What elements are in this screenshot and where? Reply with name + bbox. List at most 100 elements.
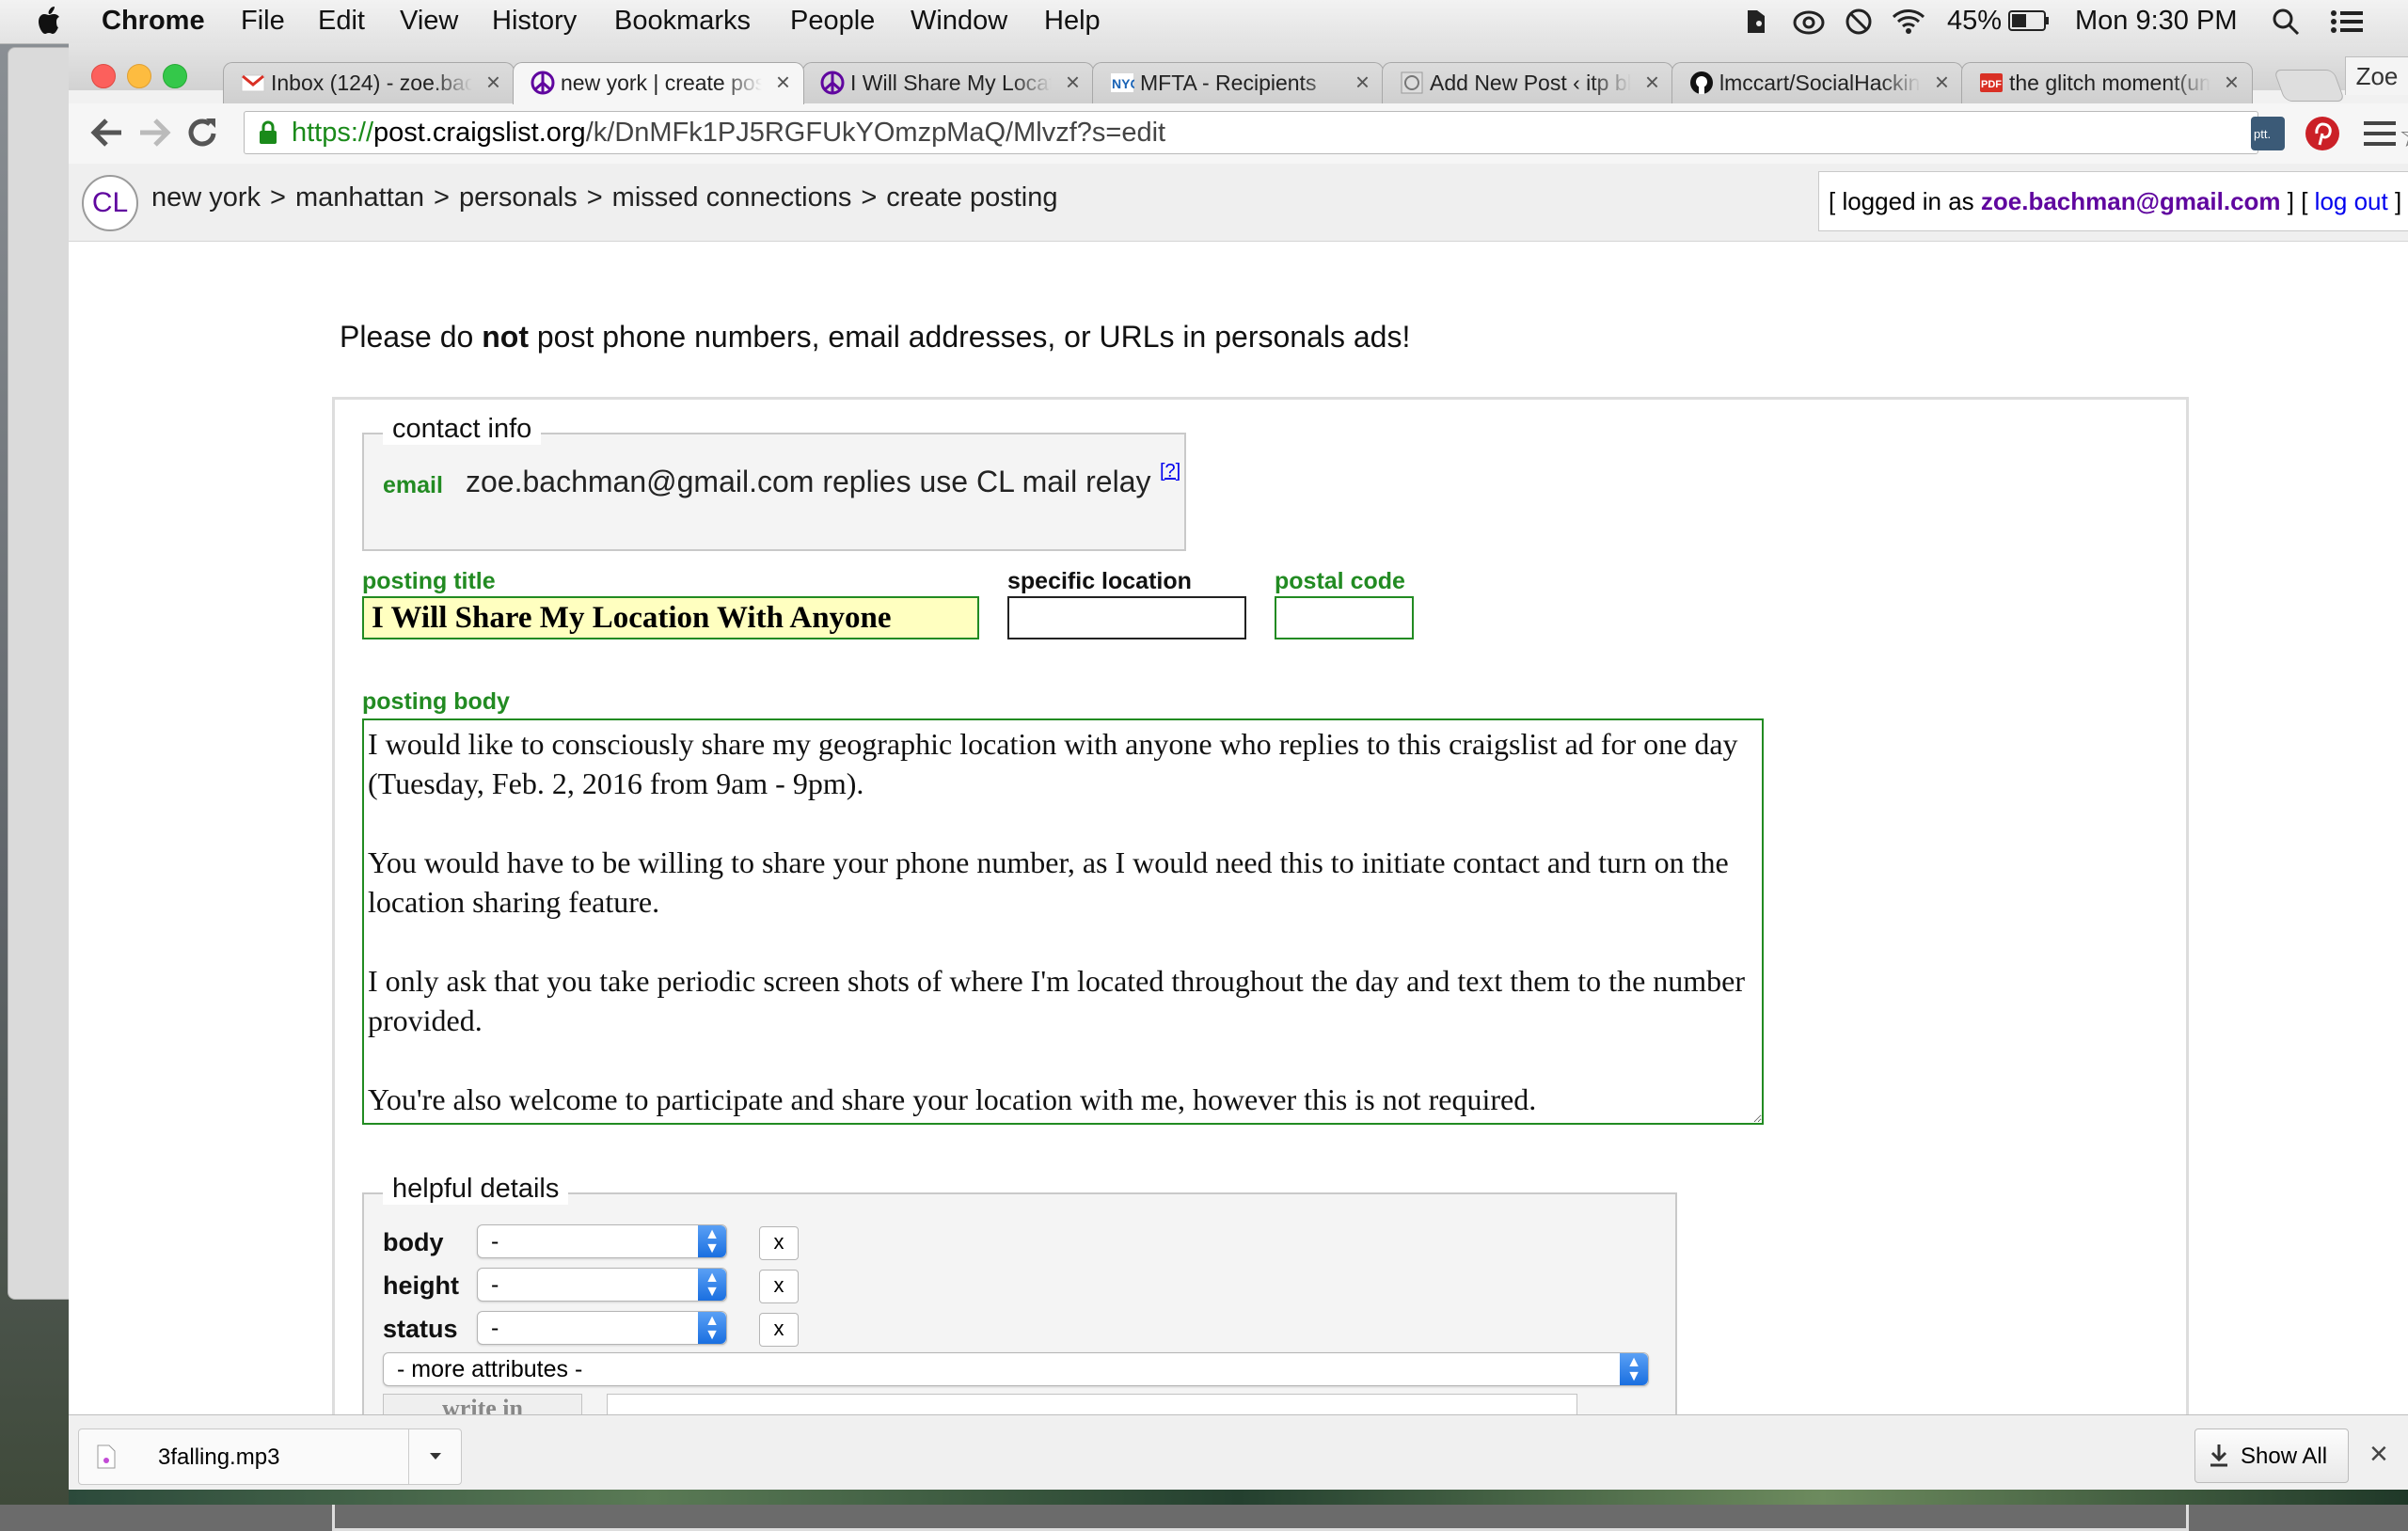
spotlight-search-icon[interactable] (2271, 7, 2301, 37)
svg-text:NYC: NYC (1112, 76, 1134, 91)
nyc-icon: NYC (1111, 73, 1134, 92)
select-arrows-icon: ▲ ▼ (698, 1225, 726, 1257)
email-relay-value: zoe.bachman@gmail.com replies use CL mai… (466, 465, 1151, 498)
svg-text:ptt.: ptt. (2254, 127, 2271, 141)
tab-create-posting[interactable]: new york | create posting × (513, 62, 804, 104)
close-tab-icon[interactable]: × (1935, 68, 1949, 97)
select-arrows-icon: ▲ ▼ (698, 1312, 726, 1344)
select-arrows-icon: ▲ ▼ (698, 1269, 726, 1301)
contact-info-legend: contact info (383, 414, 542, 445)
craigslist-logo[interactable]: CL (82, 175, 138, 231)
lock-icon (260, 120, 277, 144)
posting-title-label: posting title (362, 568, 496, 594)
clear-status-button[interactable]: x (759, 1313, 799, 1347)
email-help-link[interactable]: [?] (1160, 461, 1180, 482)
select-arrows-icon: ▲ ▼ (1620, 1353, 1648, 1385)
breadcrumb-personals[interactable]: personals (459, 182, 578, 213)
close-tab-icon[interactable]: × (486, 68, 500, 97)
menu-bar: Chrome File Edit View History Bookmarks … (0, 0, 2408, 44)
browser-toolbar: https://post.craigslist.org/k/DnMFk1PJ5R… (69, 103, 2408, 165)
notification-center-icon[interactable] (2329, 7, 2365, 37)
tab-gmail[interactable]: Inbox (124) - zoe.bachman@gmail.com × (223, 62, 515, 104)
specific-location-input[interactable] (1007, 596, 1246, 639)
tab-glitch-pdf[interactable]: PDF the glitch moment(um) × (1961, 62, 2253, 104)
menu-app-name[interactable]: Chrome (102, 6, 205, 37)
postal-code-input[interactable] (1275, 596, 1414, 639)
download-divider (408, 1429, 409, 1484)
close-download-shelf-icon[interactable]: × (2369, 1436, 2388, 1473)
body-select[interactable]: - ▲ ▼ (477, 1224, 727, 1258)
posting-body-textarea[interactable]: I would like to consciously share my geo… (362, 718, 1764, 1125)
tab-share-location[interactable]: I Will Share My Location × (802, 62, 1094, 104)
craigslist-peace-icon (531, 71, 555, 95)
battery-icon[interactable] (2007, 7, 2051, 35)
menu-help[interactable]: Help (1044, 6, 1101, 37)
breadcrumb-new-york[interactable]: new york (151, 182, 261, 213)
profile-button[interactable]: Zoe (2345, 56, 2408, 95)
ptt-extension-icon[interactable]: ptt. (2251, 117, 2285, 150)
wifi-icon[interactable] (1891, 7, 1926, 35)
menu-history[interactable]: History (492, 6, 577, 37)
minimize-window-button[interactable] (127, 64, 151, 88)
download-item[interactable]: 3falling.mp3 (78, 1428, 462, 1485)
download-shelf: 3falling.mp3 Show All × (69, 1414, 2408, 1498)
creative-cloud-icon[interactable] (1793, 7, 1825, 37)
tab-add-post[interactable]: Add New Post ‹ itp blog × (1382, 62, 1673, 104)
zoom-window-button[interactable] (163, 64, 187, 88)
helpful-details-legend: helpful details (383, 1174, 569, 1205)
posting-body-label: posting body (362, 688, 510, 715)
body-label: body (383, 1228, 444, 1256)
new-tab-button[interactable] (2273, 70, 2346, 102)
breadcrumb: new york > manhattan > personals > missed conn… (151, 182, 1058, 213)
bookmark-star-icon[interactable]: ☆ (2399, 116, 2408, 155)
specific-location-label: specific location (1007, 568, 1192, 594)
chevron-down-icon[interactable] (429, 1452, 442, 1461)
close-window-button[interactable] (91, 64, 116, 88)
show-all-downloads-button[interactable]: Show All (2194, 1428, 2349, 1483)
breadcrumb-missed-connections[interactable]: missed connections (612, 182, 852, 213)
reload-icon[interactable] (185, 115, 219, 150)
more-attributes-select[interactable]: - more attributes - ▲ ▼ (383, 1352, 1649, 1386)
breadcrumb-manhattan[interactable]: manhattan (295, 182, 424, 213)
menu-edit[interactable]: Edit (318, 6, 365, 37)
audio-file-icon (97, 1444, 116, 1469)
user-status-box: [ logged in as zoe.bachman@gmail.com ] [… (1818, 171, 2408, 231)
clear-body-button[interactable]: x (759, 1226, 799, 1260)
do-not-disturb-icon[interactable] (1844, 7, 1874, 37)
menu-bookmarks[interactable]: Bookmarks (614, 6, 751, 37)
status-select[interactable]: - ▲ ▼ (477, 1311, 727, 1345)
desktop-strip (69, 1490, 2408, 1505)
craigslist-header: CL new york > manhattan > personals > missed c… (69, 164, 2408, 242)
pinterest-icon[interactable] (2304, 115, 2341, 152)
close-tab-icon[interactable]: × (1645, 68, 1659, 97)
evernote-icon[interactable] (1742, 7, 1770, 37)
chrome-menu-icon[interactable] (2364, 118, 2396, 149)
tab-github[interactable]: lmccart/SocialHacking × (1671, 62, 1963, 104)
close-tab-icon[interactable]: × (2225, 68, 2239, 97)
personals-notice: Please do not post phone numbers, email … (340, 320, 1411, 354)
address-bar[interactable]: https://post.craigslist.org/k/DnMFk1PJ5R… (244, 111, 2408, 154)
close-tab-icon[interactable]: × (1066, 68, 1080, 97)
close-tab-icon[interactable]: × (1355, 68, 1370, 97)
log-out-link[interactable]: log out (2315, 187, 2388, 215)
close-tab-icon[interactable]: × (776, 68, 790, 97)
account-email[interactable]: zoe.bachman@gmail.com (1981, 187, 2281, 215)
back-arrow-icon[interactable] (87, 115, 125, 150)
clear-height-button[interactable]: x (759, 1270, 799, 1303)
menu-window[interactable]: Window (911, 6, 1007, 37)
forward-arrow-icon[interactable] (136, 115, 174, 150)
menu-people[interactable]: People (790, 6, 875, 37)
posting-title-input[interactable] (362, 596, 979, 639)
apple-icon[interactable] (36, 5, 64, 37)
url-text[interactable]: https://post.craigslist.org/k/DnMFk1PJ5R… (292, 118, 1165, 149)
background-window[interactable] (8, 47, 75, 1300)
clock[interactable]: Mon 9:30 PM (2075, 6, 2237, 37)
height-select[interactable]: - ▲ ▼ (477, 1268, 727, 1302)
email-label: email (383, 472, 443, 498)
tab-mfta[interactable]: NYC MFTA - Recipients × (1092, 62, 1384, 104)
battery-percent: 45% (1947, 6, 2003, 36)
pdf-icon: PDF (1980, 73, 2003, 92)
menu-view[interactable]: View (400, 6, 458, 37)
craigslist-peace-icon (820, 71, 845, 95)
menu-file[interactable]: File (241, 6, 285, 37)
